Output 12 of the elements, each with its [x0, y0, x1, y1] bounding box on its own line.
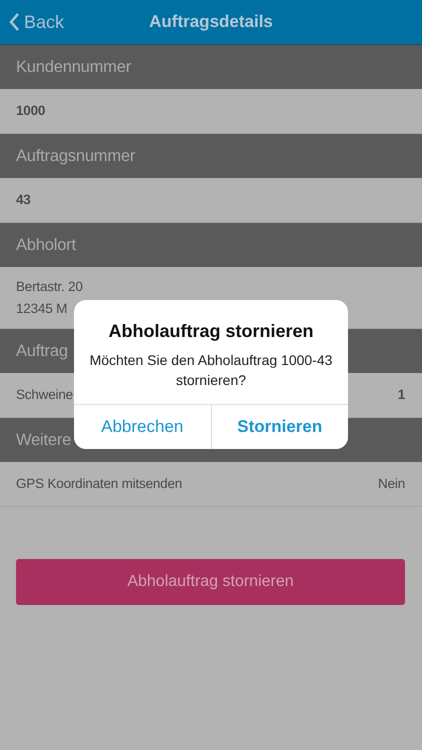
detail-value: Nein	[378, 475, 405, 493]
detail-label: GPS Koordinaten mitsenden	[16, 475, 182, 493]
detail-value: 1	[398, 386, 405, 404]
field-value: 1000	[16, 102, 46, 120]
section-header: Kundennummer	[0, 45, 422, 89]
field-value: 43	[16, 191, 31, 209]
detail-label: Schweine	[16, 386, 73, 404]
section-header: Auftragsnummer	[0, 134, 422, 178]
section-header: Abholort	[0, 223, 422, 267]
address-line: Bertastr. 20	[16, 278, 83, 296]
address-line: 12345 M	[16, 300, 68, 318]
screen-title: Auftragsdetails	[149, 12, 273, 32]
